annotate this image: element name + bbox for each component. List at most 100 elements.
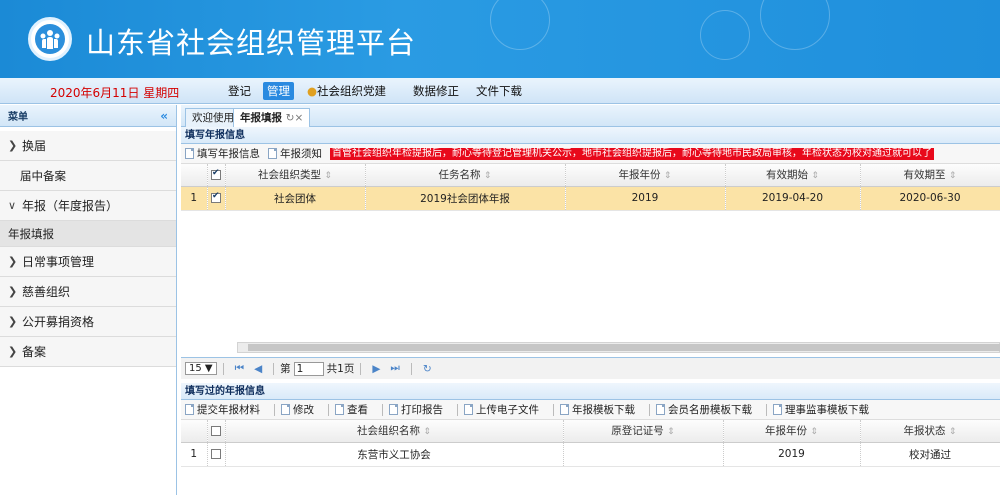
current-date: 2020年6月11日 星期四 xyxy=(50,86,180,100)
column-header[interactable]: 任务名称 ⇕ xyxy=(365,164,566,187)
report-template-download-button[interactable]: 年报模板下载 xyxy=(560,402,635,417)
divider xyxy=(766,403,767,416)
first-page-icon[interactable]: ⏮ xyxy=(235,362,244,375)
sort-icon: ⇕ xyxy=(810,427,818,438)
table-row[interactable]: 1 社会团体 2019社会团体年报 2019 2019-04-20 2020-0… xyxy=(181,186,1000,211)
cell: 2019社会团体年报 xyxy=(365,186,566,211)
row-number-header xyxy=(181,164,208,187)
sidebar-item-mid-term-filing[interactable]: 届中备案 xyxy=(0,161,176,191)
button-label: 上传电子文件 xyxy=(476,404,539,416)
column-label: 任务名称 xyxy=(438,169,481,182)
column-label: 年报状态 xyxy=(903,425,946,438)
sidebar-item-annual-report[interactable]: ∨ 年报（年度报告） xyxy=(0,191,176,221)
total-pages: 共1页 xyxy=(326,363,355,375)
column-header[interactable]: 年报年份 ⇕ xyxy=(565,164,726,187)
select-all-checkbox[interactable] xyxy=(207,420,226,443)
close-icon[interactable]: × xyxy=(294,112,303,124)
cell: 校对通过 xyxy=(860,442,1000,467)
row-checkbox[interactable] xyxy=(207,442,226,467)
document-icon xyxy=(560,404,569,415)
column-header[interactable]: 原登记证号 ⇕ xyxy=(563,420,724,443)
nav-manage[interactable]: 管理 xyxy=(263,82,294,100)
chevron-right-icon: ❯ xyxy=(8,285,18,298)
nav-data-fix[interactable]: 数据修正 xyxy=(409,82,463,100)
column-label: 有效期始 xyxy=(766,169,809,182)
sidebar-item-label: 换届 xyxy=(22,139,47,153)
button-label: 查看 xyxy=(347,404,368,416)
button-label: 年报模板下载 xyxy=(572,404,635,416)
next-page-icon[interactable]: ▶ xyxy=(372,363,380,375)
button-label: 打印报告 xyxy=(401,404,443,416)
last-page-icon[interactable]: ⏭ xyxy=(390,362,399,375)
director-template-download-button[interactable]: 理事监事模板下载 xyxy=(773,402,869,417)
document-icon xyxy=(389,404,398,415)
cell: 2019-04-20 xyxy=(725,186,861,211)
print-report-button[interactable]: 打印报告 xyxy=(389,402,443,417)
submit-materials-button[interactable]: 提交年报材料 xyxy=(185,402,260,417)
nav-register[interactable]: 登记 xyxy=(224,82,255,100)
tab-annual-report-fill[interactable]: 年报填报 ↻× xyxy=(233,108,311,127)
scrollbar-thumb[interactable] xyxy=(248,344,1000,351)
pagination-bar: 15 ▼ ⏮ ◀ 第 1 共1页 ▶ ⏭ ↻ xyxy=(181,357,1000,379)
divider xyxy=(382,403,383,416)
sort-icon: ⇕ xyxy=(423,427,431,438)
sort-icon: ⇕ xyxy=(663,171,672,182)
table-row[interactable]: 1 东营市义工协会 2019 校对通过 xyxy=(181,442,1000,467)
upload-file-button[interactable]: 上传电子文件 xyxy=(464,402,539,417)
panel-title: 填写过的年报信息 xyxy=(181,383,1000,400)
page-size-select[interactable]: 15 ▼ xyxy=(185,362,217,375)
checkbox[interactable] xyxy=(211,449,221,459)
horizontal-scrollbar[interactable] xyxy=(237,342,1000,353)
checkbox[interactable] xyxy=(211,425,221,436)
column-label: 有效期至 xyxy=(903,169,946,182)
prev-page-icon[interactable]: ◀ xyxy=(254,363,262,375)
row-checkbox[interactable] xyxy=(207,186,226,211)
checkbox[interactable] xyxy=(211,168,221,180)
report-notice-button[interactable]: 年报须知 xyxy=(268,146,322,161)
edit-button[interactable]: 修改 xyxy=(281,402,314,417)
refresh-icon[interactable]: ↻ xyxy=(423,363,432,375)
page-label: 第 xyxy=(280,363,291,375)
sidebar-item-label: 公开募捐资格 xyxy=(22,315,95,329)
column-header[interactable]: 年报年份 ⇕ xyxy=(723,420,861,443)
column-label: 社会组织名称 xyxy=(357,425,421,438)
checkbox[interactable] xyxy=(211,191,221,203)
document-icon xyxy=(185,148,194,159)
document-icon xyxy=(268,148,277,159)
column-label: 社会组织类型 xyxy=(258,169,322,182)
fill-report-button[interactable]: 填写年报信息 xyxy=(185,146,260,161)
cell: 东营市义工协会 xyxy=(225,442,564,467)
select-all-checkbox[interactable] xyxy=(207,164,226,187)
row-number-header xyxy=(181,420,208,443)
sidebar-item-annual-report-fill[interactable]: 年报填报 xyxy=(0,221,176,247)
sidebar-item-daily-affairs[interactable]: ❯ 日常事项管理 xyxy=(0,247,176,277)
member-template-download-button[interactable]: 会员名册模板下载 xyxy=(656,402,752,417)
sidebar-item-charity[interactable]: ❯ 慈善组织 xyxy=(0,277,176,307)
column-header[interactable]: 有效期至 ⇕ xyxy=(860,164,1000,187)
chevron-right-icon: ❯ xyxy=(8,345,18,358)
nav-file-download[interactable]: 文件下载 xyxy=(472,82,526,100)
view-button[interactable]: 查看 xyxy=(335,402,368,417)
sidebar-title: 菜单 xyxy=(8,112,28,123)
column-header[interactable]: 有效期始 ⇕ xyxy=(725,164,861,187)
chevron-down-icon: ∨ xyxy=(8,199,17,212)
collapse-icon[interactable]: « xyxy=(160,109,168,123)
column-header[interactable]: 社会组织名称 ⇕ xyxy=(225,420,564,443)
column-header[interactable]: 社会组织类型 ⇕ xyxy=(225,164,366,187)
sidebar-item-public-fundraising[interactable]: ❯ 公开募捐资格 xyxy=(0,307,176,337)
nav-party-building[interactable]: ●社会组织党建 xyxy=(307,82,390,100)
document-icon xyxy=(773,404,782,415)
sidebar-item-filing[interactable]: ❯ 备案 xyxy=(0,337,176,367)
panel-title: 填写年报信息 xyxy=(181,127,1000,144)
chevron-right-icon: ❯ xyxy=(8,139,18,152)
notice-banner: 首管社会组织年检提报后，耐心等待登记管理机关公示，地市社会组织提报后，耐心等待地… xyxy=(330,147,934,160)
button-label: 会员名册模板下载 xyxy=(668,404,752,416)
divider xyxy=(273,362,275,375)
sidebar-item-change-term[interactable]: ❯ 换届 xyxy=(0,131,176,161)
page-input[interactable]: 1 xyxy=(293,361,324,376)
button-label: 填写年报信息 xyxy=(197,148,260,160)
chevron-right-icon: ❯ xyxy=(8,315,18,328)
cell: 社会团体 xyxy=(225,186,366,211)
sort-icon: ⇕ xyxy=(667,427,675,438)
column-header[interactable]: 年报状态 ⇕ xyxy=(860,420,1000,443)
